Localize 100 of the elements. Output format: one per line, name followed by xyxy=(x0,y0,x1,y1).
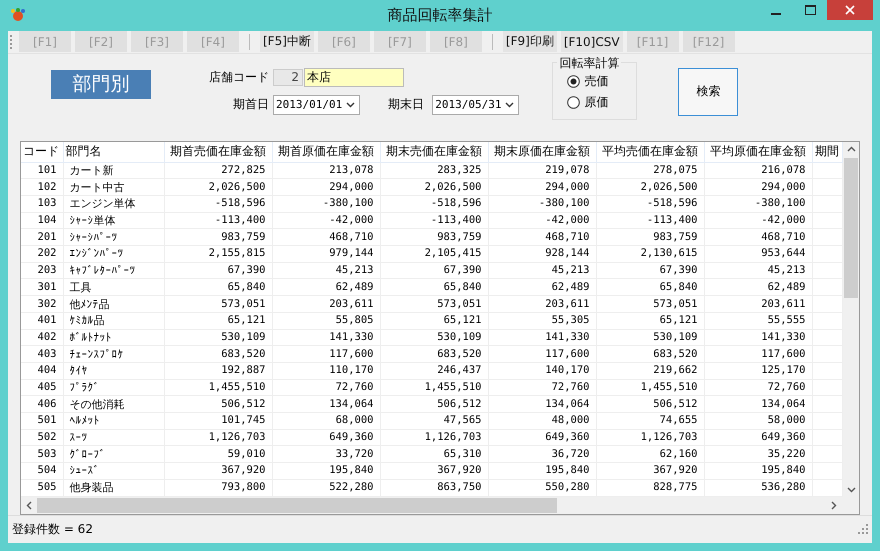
table-cell: 195,840 xyxy=(272,462,380,480)
table-cell: 294,000 xyxy=(704,178,812,196)
scroll-up-icon[interactable] xyxy=(846,146,856,152)
table-cell: 573,051 xyxy=(596,296,704,312)
dropdown-icon xyxy=(505,102,514,108)
table-cell: 983,759 xyxy=(596,228,704,246)
table-cell: 649,360 xyxy=(272,429,380,446)
group-title: 回転率計算 xyxy=(557,54,622,72)
table-cell: 2,105,415 xyxy=(380,246,488,262)
close-button[interactable] xyxy=(827,0,873,20)
table-cell: 134,064 xyxy=(272,396,380,412)
scroll-left-icon[interactable] xyxy=(26,500,32,510)
table-cell: 203,611 xyxy=(704,296,812,312)
table-cell: 141,330 xyxy=(272,329,380,346)
table-cell: 979,144 xyxy=(272,246,380,262)
table-cell: 55,305 xyxy=(488,312,596,330)
table-cell: 1,126,703 xyxy=(596,429,704,446)
radio-button[interactable] xyxy=(567,74,580,88)
table-cell: 62,489 xyxy=(272,278,380,296)
table-cell: ﾀｲﾔ xyxy=(63,362,164,380)
table-cell: 134,064 xyxy=(704,396,812,412)
table-cell: 203,611 xyxy=(488,296,596,312)
store-name-field[interactable]: 本店 xyxy=(304,68,404,87)
table-cell: 65,121 xyxy=(164,312,272,330)
table-cell: 45,213 xyxy=(272,262,380,279)
column-header[interactable]: 期間 xyxy=(812,142,842,162)
table-cell: その他消耗 xyxy=(63,396,164,412)
function-key-button[interactable]: [F10]CSV xyxy=(560,31,623,52)
table-cell: 74,655 xyxy=(596,412,704,430)
table-cell: 55,555 xyxy=(704,312,812,330)
column-header[interactable]: 期末売価在庫金額 xyxy=(380,142,488,162)
table-cell: 468,710 xyxy=(704,228,812,246)
table-cell: 104 xyxy=(21,212,63,229)
table-cell: 195,840 xyxy=(704,462,812,480)
radio-label[interactable]: 原価 xyxy=(584,94,608,111)
date-picker[interactable]: 2013/01/01 xyxy=(273,94,360,115)
radio-label[interactable]: 売価 xyxy=(584,72,608,90)
function-key-button[interactable]: [F9]印刷 xyxy=(502,31,557,52)
table-cell: 72,760 xyxy=(488,379,596,396)
search-button[interactable]: 検索 xyxy=(678,68,738,116)
table-cell: 55,805 xyxy=(272,312,380,330)
table-cell: 65,840 xyxy=(164,278,272,296)
column-header[interactable]: 平均売価在庫金額 xyxy=(596,142,704,162)
table-cell: ｸﾞﾛｰﾌﾞ xyxy=(63,446,164,463)
table-cell: 36,720 xyxy=(488,446,596,463)
table-cell: 649,360 xyxy=(488,429,596,446)
table-cell: ｼｭｰｽﾞ xyxy=(63,462,164,480)
app-icon xyxy=(10,8,26,22)
table-cell: 278,075 xyxy=(596,162,704,179)
table-cell: 141,330 xyxy=(488,329,596,346)
table-cell: 506,512 xyxy=(164,396,272,412)
table-cell: 405 xyxy=(21,379,63,396)
table-cell: -380,100 xyxy=(488,196,596,212)
table-cell: -518,596 xyxy=(596,196,704,212)
scroll-down-icon[interactable] xyxy=(846,486,856,493)
table-cell: 工具 xyxy=(63,278,164,296)
horizontal-scrollbar[interactable] xyxy=(21,496,859,514)
vertical-scrollbar[interactable] xyxy=(842,142,859,497)
radio-button[interactable] xyxy=(567,96,580,109)
column-header[interactable]: コード xyxy=(21,142,63,162)
table-cell: 983,759 xyxy=(164,228,272,246)
scroll-right-icon[interactable] xyxy=(831,500,837,510)
window-title: 商品回転率集計 xyxy=(388,6,492,25)
table-cell: ｴﾝｼﾞﾝﾊﾟｰﾂ xyxy=(63,246,164,262)
column-header[interactable]: 部門名 xyxy=(63,142,164,162)
table-cell: 62,489 xyxy=(704,278,812,296)
table-cell: 793,800 xyxy=(164,479,272,496)
table-cell: カート新 xyxy=(63,162,164,179)
column-header[interactable]: 平均原価在庫金額 xyxy=(704,142,812,162)
table-cell: 62,489 xyxy=(488,278,596,296)
table-cell: 65,310 xyxy=(380,446,488,463)
table-cell: カート中古 xyxy=(63,178,164,196)
table-cell: -42,000 xyxy=(272,212,380,229)
function-key-button[interactable]: [F5]中断 xyxy=(260,31,314,52)
column-header[interactable]: 期首原価在庫金額 xyxy=(272,142,380,162)
toolbar-grip-icon xyxy=(10,34,13,50)
table-cell: 530,109 xyxy=(596,329,704,346)
table-cell: 367,920 xyxy=(596,462,704,480)
table-cell: 294,000 xyxy=(488,178,596,196)
table-cell: 502 xyxy=(21,429,63,446)
table-cell: 863,750 xyxy=(380,479,488,496)
table-cell: 141,330 xyxy=(704,329,812,346)
date-picker[interactable]: 2013/05/31 xyxy=(432,94,520,115)
table-cell: 983,759 xyxy=(380,228,488,246)
column-header[interactable]: 期末原価在庫金額 xyxy=(488,142,596,162)
table-cell: 2,026,500 xyxy=(164,178,272,196)
minimize-icon xyxy=(771,13,781,15)
table-cell: 45,213 xyxy=(488,262,596,279)
table-cell: 58,000 xyxy=(704,412,812,430)
table-cell: 47,565 xyxy=(380,412,488,430)
table-cell: 48,000 xyxy=(488,412,596,430)
table-cell: 573,051 xyxy=(164,296,272,312)
table-cell: 134,064 xyxy=(488,396,596,412)
column-header[interactable]: 期首売価在庫金額 xyxy=(164,142,272,162)
table-cell: 1,126,703 xyxy=(380,429,488,446)
table-cell: 203,611 xyxy=(272,296,380,312)
table-cell: 283,325 xyxy=(380,162,488,179)
table-cell: 530,109 xyxy=(380,329,488,346)
table-cell: ﾌﾟﾗｸﾞ xyxy=(63,379,164,396)
table-cell: 468,710 xyxy=(488,228,596,246)
